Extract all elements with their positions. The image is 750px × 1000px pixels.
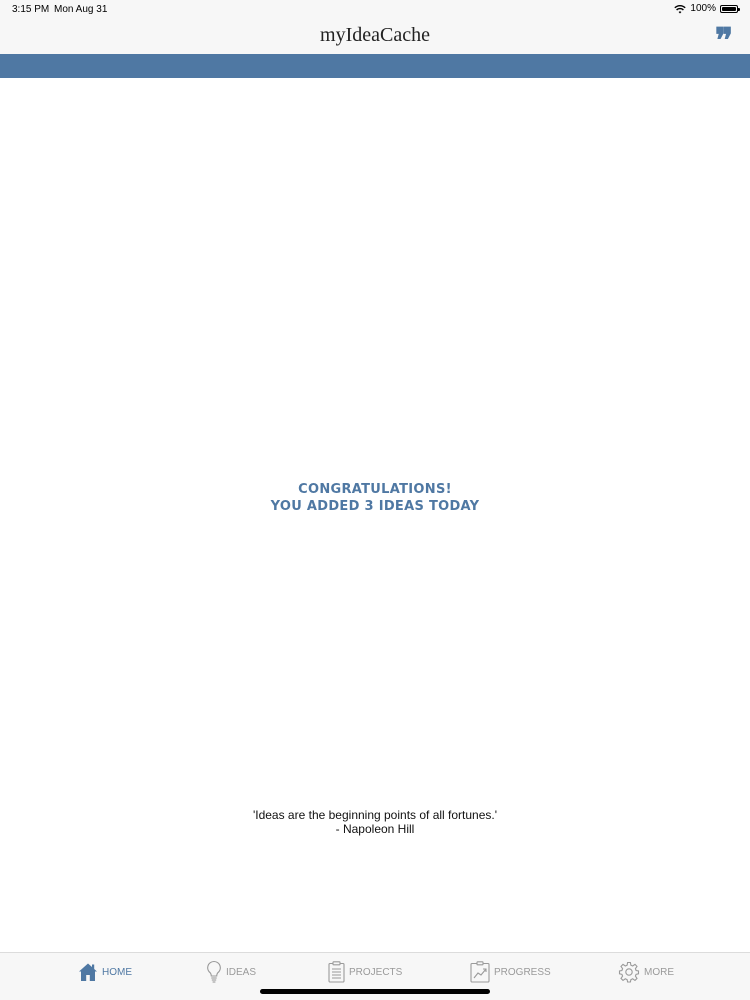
battery-percent: 100% [690, 3, 716, 14]
header-band [0, 54, 750, 78]
congrats-line-2: YOU ADDED 3 IDEAS TODAY [270, 499, 480, 514]
wifi-icon [674, 4, 687, 13]
tab-more-label: MORE [644, 966, 674, 978]
status-time: 3:15 PM [12, 4, 50, 15]
tab-more[interactable]: MORE [618, 960, 674, 984]
quote-icon: ❞ [714, 21, 734, 61]
battery-icon [720, 4, 740, 13]
app-screen: 3:15 PM Mon Aug 31 100% myIdeaCache ❞ CO… [0, 0, 750, 1000]
app-title: myIdeaCache [320, 24, 430, 46]
tab-home-label: HOME [102, 966, 132, 978]
quote-author: - Napoleon Hill [335, 822, 415, 836]
lightbulb-icon [207, 960, 221, 983]
tab-projects[interactable]: PROJECTS [328, 960, 402, 984]
tab-ideas[interactable]: IDEAS [206, 960, 256, 984]
tab-home[interactable]: HOME [78, 960, 132, 984]
quote-text: 'Ideas are the beginning points of all f… [252, 808, 498, 822]
congratulations-message: CONGRATULATIONS! YOU ADDED 3 IDEAS TODAY [0, 481, 750, 515]
battery-level [722, 6, 736, 11]
status-date: Mon Aug 31 [54, 4, 108, 15]
home-indicator[interactable] [260, 989, 490, 994]
status-bar: 3:15 PM Mon Aug 31 100% [0, 0, 750, 20]
clipboard-icon [328, 961, 345, 983]
congrats-line-1: CONGRATULATIONS! [298, 482, 452, 497]
navigation-bar: myIdeaCache ❞ [0, 20, 750, 58]
home-icon [79, 963, 97, 981]
gear-icon [618, 961, 640, 983]
status-indicators: 100% [674, 3, 740, 14]
daily-quote: 'Ideas are the beginning points of all f… [0, 808, 750, 836]
tab-progress-label: PROGRESS [494, 966, 551, 978]
tab-ideas-label: IDEAS [226, 966, 257, 978]
chart-icon [470, 961, 490, 983]
tab-projects-label: PROJECTS [349, 966, 403, 978]
quote-button[interactable]: ❞ [710, 22, 738, 58]
tab-progress[interactable]: PROGRESS [470, 960, 551, 984]
